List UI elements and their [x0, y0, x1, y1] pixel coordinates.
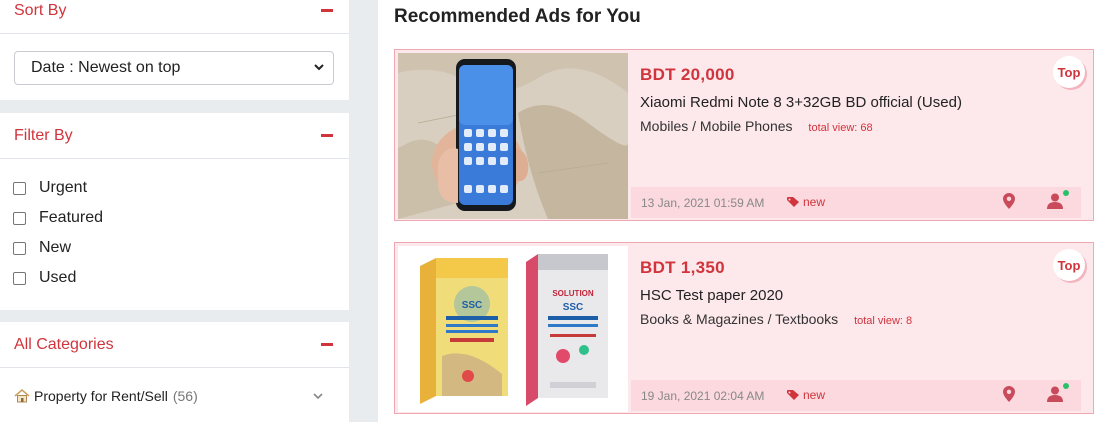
sidebar: Sort By Date : Newest on top Filter By U…: [0, 0, 349, 422]
map-pin-icon[interactable]: [1003, 386, 1015, 402]
tag-icon: [787, 197, 799, 207]
checkbox[interactable]: [13, 211, 26, 225]
ad-image-books[interactable]: SSC SOLUTION SSC: [398, 246, 628, 412]
svg-text:SSC: SSC: [462, 300, 483, 311]
ad-condition-tag: new: [787, 195, 825, 209]
main-content: Recommended Ads for You BDT 20,000 Xiaom…: [378, 0, 1109, 422]
user-icon[interactable]: [1047, 193, 1063, 209]
ad-card[interactable]: SSC SOLUTION SSC BDT 1,350 HSC Test pape…: [394, 242, 1094, 414]
ad-footer: 19 Jan, 2021 02:04 AM new: [631, 380, 1081, 411]
categories-header[interactable]: All Categories: [0, 322, 349, 368]
sort-panel: Sort By Date : Newest on top: [0, 0, 349, 100]
user-icon[interactable]: [1047, 386, 1063, 402]
chevron-down-icon: [314, 64, 324, 71]
ad-footer: 13 Jan, 2021 01:59 AM new: [631, 187, 1081, 218]
filter-header[interactable]: Filter By: [0, 113, 349, 159]
top-badge: Top: [1053, 249, 1085, 281]
ad-tag-label: new: [803, 195, 826, 209]
svg-text:SSC: SSC: [563, 302, 584, 313]
checkbox[interactable]: [13, 181, 26, 195]
ad-tag-label: new: [803, 388, 826, 402]
filter-panel: Filter By Urgent Featured New Used: [0, 113, 349, 310]
filter-label: Used: [39, 269, 77, 286]
section-title: Recommended Ads for You: [394, 6, 641, 27]
ad-price: BDT 1,350: [640, 258, 725, 277]
minus-icon[interactable]: [321, 9, 333, 12]
tag-icon: [787, 390, 799, 400]
ad-title[interactable]: HSC Test paper 2020: [640, 287, 783, 304]
filter-urgent[interactable]: Urgent: [0, 173, 349, 203]
ad-category[interactable]: Mobiles / Mobile Phones: [640, 118, 793, 134]
ad-date: 13 Jan, 2021 01:59 AM: [641, 196, 765, 210]
checkbox[interactable]: [13, 241, 26, 255]
sort-header[interactable]: Sort By: [0, 0, 349, 34]
ad-date: 19 Jan, 2021 02:04 AM: [641, 389, 765, 403]
ad-image-phone[interactable]: [398, 53, 628, 219]
sort-select-value: Date : Newest on top: [31, 59, 181, 76]
category-count: (56): [172, 388, 198, 404]
top-badge: Top: [1053, 56, 1085, 88]
ad-views: total view: 68: [808, 122, 873, 134]
ad-card[interactable]: BDT 20,000 Xiaomi Redmi Note 8 3+32GB BD…: [394, 49, 1094, 221]
ad-views: total view: 8: [854, 315, 913, 327]
minus-icon[interactable]: [321, 343, 333, 346]
checkbox[interactable]: [13, 271, 26, 285]
ad-price: BDT 20,000: [640, 65, 735, 84]
filter-title: Filter By: [14, 126, 73, 144]
category-label: Property for Rent/Sell: [34, 388, 168, 404]
ad-category-line: Mobiles / Mobile Phones total view: 68: [640, 118, 873, 134]
categories-title: All Categories: [14, 335, 114, 353]
online-status-dot: [1063, 190, 1069, 196]
filter-new[interactable]: New: [0, 233, 349, 263]
filter-featured[interactable]: Featured: [0, 203, 349, 233]
category-item-property[interactable]: Property for Rent/Sell (56): [14, 388, 334, 404]
ad-category-line: Books & Magazines / Textbooks total view…: [640, 311, 912, 327]
categories-panel: All Categories Property for Rent/Sell (5…: [0, 322, 349, 422]
filter-used[interactable]: Used: [0, 263, 349, 293]
filter-label: Featured: [39, 209, 104, 226]
chevron-down-icon[interactable]: [312, 390, 324, 402]
ad-condition-tag: new: [787, 388, 825, 402]
home-icon: [14, 389, 30, 403]
map-pin-icon[interactable]: [1003, 193, 1015, 209]
svg-text:SOLUTION: SOLUTION: [552, 289, 594, 298]
sort-title: Sort By: [14, 1, 67, 19]
sort-select[interactable]: Date : Newest on top: [14, 51, 334, 85]
filter-label: New: [39, 239, 72, 256]
filter-label: Urgent: [39, 179, 88, 196]
online-status-dot: [1063, 383, 1069, 389]
ad-title[interactable]: Xiaomi Redmi Note 8 3+32GB BD official (…: [640, 94, 962, 111]
minus-icon[interactable]: [321, 134, 333, 137]
ad-category[interactable]: Books & Magazines / Textbooks: [640, 311, 838, 327]
